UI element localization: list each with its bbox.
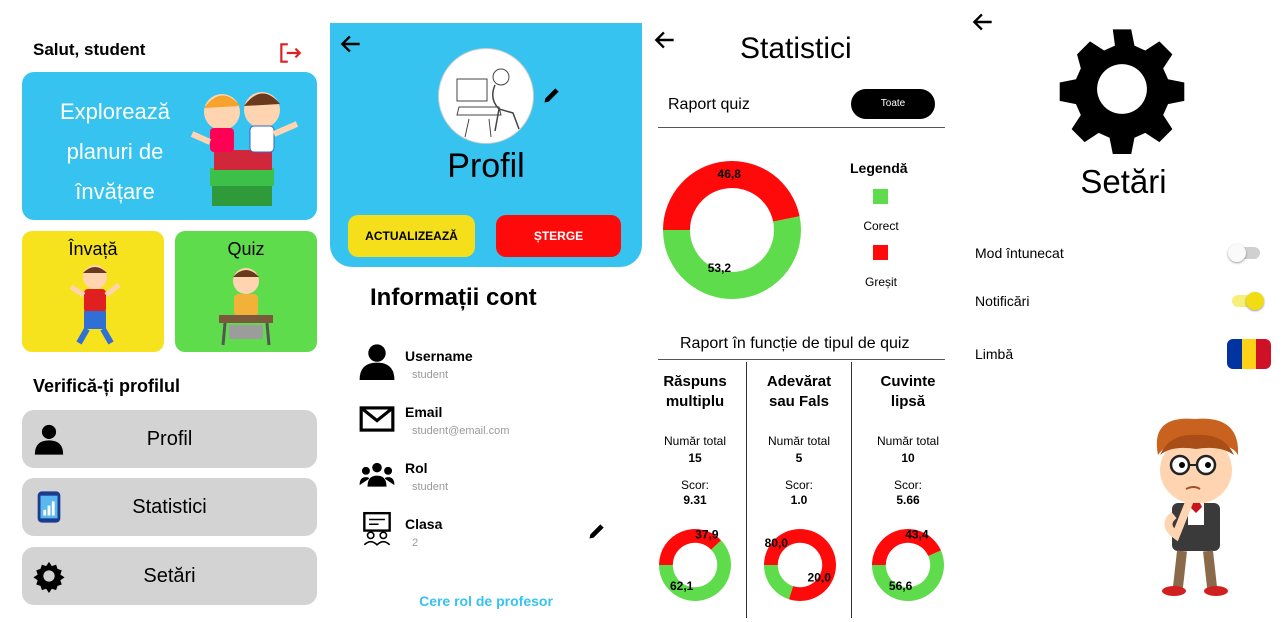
score-label: Scor: (893, 478, 922, 492)
donut-wrong-label: 37,9 (695, 528, 719, 541)
legend-correct-label: Corect (863, 219, 899, 233)
statistics-nav-button[interactable]: Statistici (22, 478, 317, 536)
back-arrow-icon[interactable] (970, 9, 996, 35)
student-at-desk-icon (219, 268, 273, 346)
dark-mode-label: Mod întunecat (975, 245, 1064, 261)
type-name: Cuvinte lipsă (880, 373, 936, 410)
group-icon (359, 462, 395, 487)
toggle-knob (1246, 292, 1264, 310)
total-value: 15 (688, 451, 702, 465)
username-label: Username (405, 348, 473, 364)
email-value: student@email.com (412, 425, 510, 437)
legend-correct-swatch (873, 189, 888, 204)
score-label: Scor: (784, 478, 813, 492)
donut-wrong-label: 80,0 (765, 536, 789, 550)
explore-plans-card[interactable]: Explorează planuri de învățare (22, 72, 317, 220)
mail-icon (359, 406, 395, 432)
donut-wrong-label: 46,8 (718, 167, 742, 181)
type-name: Adevărat sau Fals (766, 373, 832, 410)
filter-all-button[interactable]: Toate (851, 89, 935, 119)
divider (658, 359, 945, 360)
legend-wrong-swatch (873, 245, 888, 260)
classroom-icon (363, 511, 391, 546)
donut-correct-label: 62,1 (670, 579, 694, 593)
running-boy-icon (69, 265, 121, 345)
role-value: student (412, 481, 449, 493)
settings-nav-button[interactable]: Setări (22, 547, 317, 605)
total-value: 5 (795, 451, 803, 465)
legend-title: Legendă (850, 160, 908, 176)
score-value: 9.31 (683, 493, 707, 507)
toggle-knob (1228, 244, 1246, 262)
donut-correct-label: 56,6 (889, 579, 913, 593)
request-teacher-role-link[interactable]: Cere rol de profesor (330, 593, 642, 609)
score-value: 1.0 (790, 493, 808, 507)
statistics-screen: Statistici Raport quiz Toate 46,8 53,2 Le… (642, 0, 960, 622)
home-screen: Salut, student Explorează planuri de înv… (0, 0, 330, 622)
email-label: Email (405, 404, 443, 420)
class-value: 2 (412, 537, 419, 549)
settings-title: Setări (1080, 163, 1167, 200)
donut-wrong-label: 43,4 (905, 528, 929, 541)
avatar[interactable] (438, 48, 534, 144)
quiz-label: Quiz (227, 239, 265, 259)
legend-wrong-label: Greșit (864, 275, 897, 289)
dark-mode-toggle[interactable] (1228, 244, 1260, 262)
divider (658, 127, 945, 128)
thinking-boy-icon (1156, 418, 1239, 596)
romania-flag-icon[interactable] (1227, 339, 1271, 369)
profile-title: Profil (447, 147, 525, 185)
donut-correct-label: 20,0 (808, 570, 832, 584)
role-label: Rol (405, 460, 428, 476)
quiz-tile[interactable]: Quiz (175, 231, 317, 352)
student-sketch-icon (456, 68, 520, 138)
verify-profile-title: Verifică-ți profilul (33, 376, 181, 396)
notifications-toggle[interactable] (1232, 292, 1264, 310)
kids-on-books-icon (190, 92, 299, 206)
profile-nav-label: Profil (146, 428, 193, 450)
score-value: 5.66 (896, 493, 920, 507)
learn-label: Învață (68, 239, 118, 259)
class-label: Clasa (405, 516, 443, 532)
profile-nav-button[interactable]: Profil (22, 410, 317, 468)
score-label: Scor: (680, 478, 709, 492)
profile-header: Profil ACTUALIZEAZĂ ȘTERGE (330, 23, 642, 267)
overall-donut-chart: 46,8 53,2 (663, 160, 801, 299)
account-info-title: Informații cont (370, 284, 537, 311)
missing-words-donut-chart: 43,4 56,6 (872, 528, 944, 601)
greeting: Salut, student (33, 40, 146, 59)
statistics-nav-label: Statistici (132, 496, 207, 518)
back-arrow-icon[interactable] (338, 31, 364, 57)
explore-label: Explorează planuri de învățare (59, 99, 171, 204)
logout-icon[interactable] (277, 40, 303, 66)
multiple-choice-donut-chart: 37,9 62,1 (659, 528, 731, 601)
update-button[interactable]: ACTUALIZEAZĂ (348, 215, 475, 257)
statistics-title: Statistici (740, 32, 852, 65)
total-value: 10 (901, 451, 915, 465)
person-icon (359, 344, 395, 380)
edit-pencil-icon[interactable] (542, 85, 562, 105)
true-false-donut-chart: 80,0 20,0 (764, 529, 836, 601)
column-divider (851, 362, 852, 618)
notifications-label: Notificări (975, 293, 1030, 309)
delete-button[interactable]: ȘTERGE (496, 215, 621, 257)
learn-tile[interactable]: Învață (22, 231, 164, 352)
type-name: Răspuns multiplu (663, 373, 727, 410)
edit-class-icon[interactable] (587, 521, 607, 541)
donut-correct-label: 53,2 (708, 261, 732, 275)
quiz-report-label: Raport quiz (668, 96, 750, 113)
settings-nav-label: Setări (143, 565, 196, 587)
gear-icon (1059, 29, 1185, 154)
total-label: Număr total (767, 434, 831, 448)
username-value: student (412, 369, 449, 381)
settings-screen: Setări Mod întunecat Notificări Limbă (960, 0, 1287, 622)
back-arrow-icon[interactable] (652, 27, 678, 53)
profile-screen: Profil ACTUALIZEAZĂ ȘTERGE Informații co… (330, 0, 642, 622)
language-label: Limbă (975, 346, 1014, 362)
by-type-title: Raport în funcție de tipul de quiz (680, 335, 910, 352)
total-label: Număr total (663, 434, 727, 448)
donut-correct-slice (764, 565, 794, 600)
total-label: Număr total (876, 434, 940, 448)
